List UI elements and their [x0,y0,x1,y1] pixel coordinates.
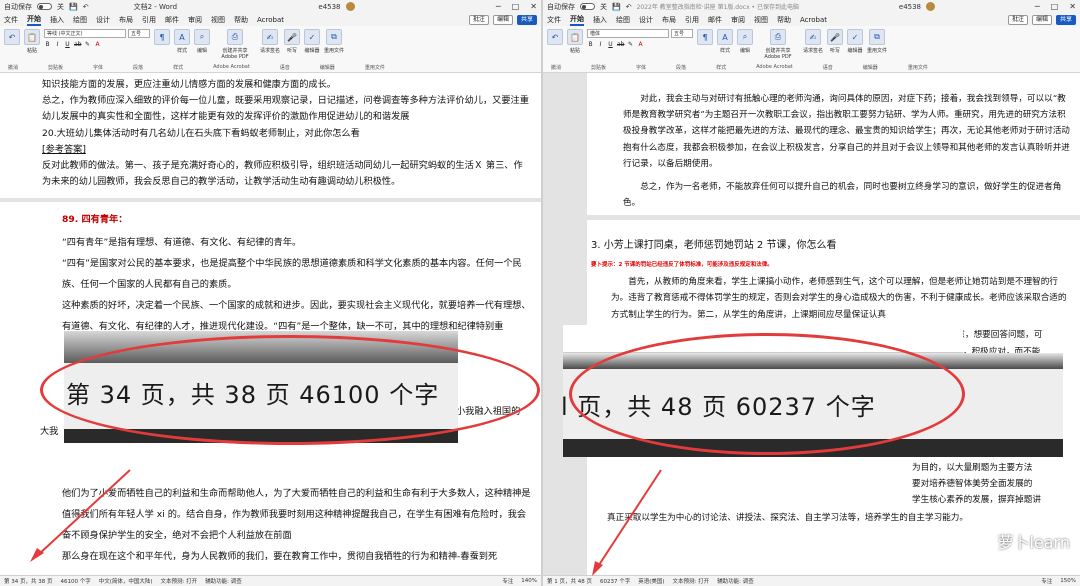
right-word-window: 自动保存 关 💾 ↶ 2022年 教室整改指南检·讲座 第1版.docx • 已… [543,0,1080,586]
left-word-window: 自动保存 关 💾 ↶ 文档2 - Word e4538 ─ □ ✕ 文件 开始 插入… [0,0,541,586]
annotation-arrow [30,469,131,562]
annotation-arrow [592,469,662,576]
screenshot: 自动保存 关 💾 ↶ 文档2 - Word e4538 ─ □ ✕ 文件 开始 插入… [0,0,1080,586]
